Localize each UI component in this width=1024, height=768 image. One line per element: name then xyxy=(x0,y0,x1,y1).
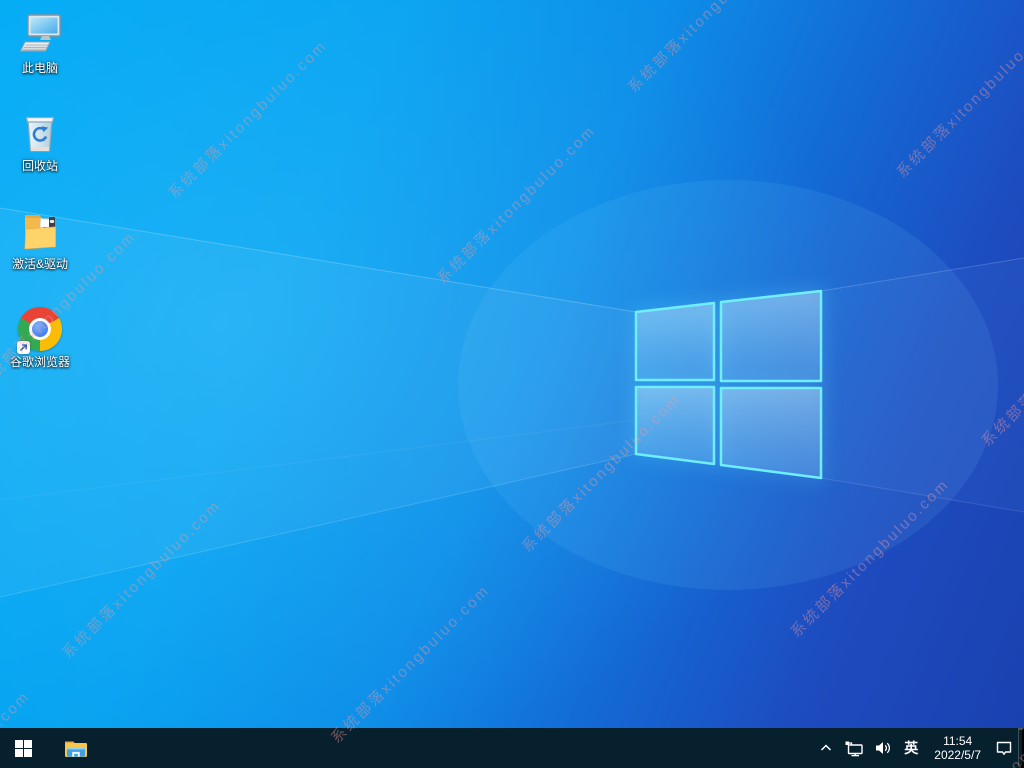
shortcut-arrow-icon xyxy=(17,341,30,354)
chrome-icon xyxy=(16,305,64,354)
desktop-icon-label: 激活&驱动 xyxy=(11,257,68,271)
file-explorer-icon xyxy=(65,741,87,757)
taskbar-clock[interactable]: 11:54 2022/5/7 xyxy=(925,728,990,768)
file-explorer-button[interactable] xyxy=(53,728,99,768)
desktop-icon-activation-drivers[interactable]: 激活&驱动 xyxy=(2,204,78,292)
desktop-icon-label: 回收站 xyxy=(21,159,58,173)
desktop-icon-label: 此电脑 xyxy=(21,61,58,75)
network-status-button[interactable] xyxy=(839,728,869,768)
chevron-up-icon xyxy=(821,744,832,751)
system-tray: 英 11:54 2022/5/7 xyxy=(813,728,1024,768)
desktop-wallpaper xyxy=(0,0,1024,768)
desktop-icon-list: 此电脑 回收站 激活&驱动 谷歌浏览器 xyxy=(2,8,78,400)
clock-date: 2022/5/7 xyxy=(934,748,981,762)
action-center-button[interactable] xyxy=(990,728,1018,768)
volume-button[interactable] xyxy=(869,728,897,768)
clock-time: 11:54 xyxy=(943,734,973,748)
action-center-icon xyxy=(996,741,1012,755)
start-button[interactable] xyxy=(0,728,46,768)
tray-overflow-button[interactable] xyxy=(813,728,839,768)
folder-icon xyxy=(16,207,64,255)
recycle-bin-icon xyxy=(16,109,64,157)
wired-network-icon xyxy=(845,741,863,756)
input-language-indicator[interactable]: 英 xyxy=(897,728,925,768)
desktop-icon-chrome[interactable]: 谷歌浏览器 xyxy=(2,302,78,390)
desktop-icon-label: 谷歌浏览器 xyxy=(9,355,70,369)
this-pc-icon xyxy=(16,11,64,59)
desktop-icon-this-pc[interactable]: 此电脑 xyxy=(2,8,78,96)
speaker-icon xyxy=(876,742,891,754)
windows-start-icon xyxy=(14,739,32,757)
desktop-icon-recycle-bin[interactable]: 回收站 xyxy=(2,106,78,194)
taskbar: 英 11:54 2022/5/7 xyxy=(0,728,1024,768)
show-desktop-button[interactable] xyxy=(1018,728,1024,768)
